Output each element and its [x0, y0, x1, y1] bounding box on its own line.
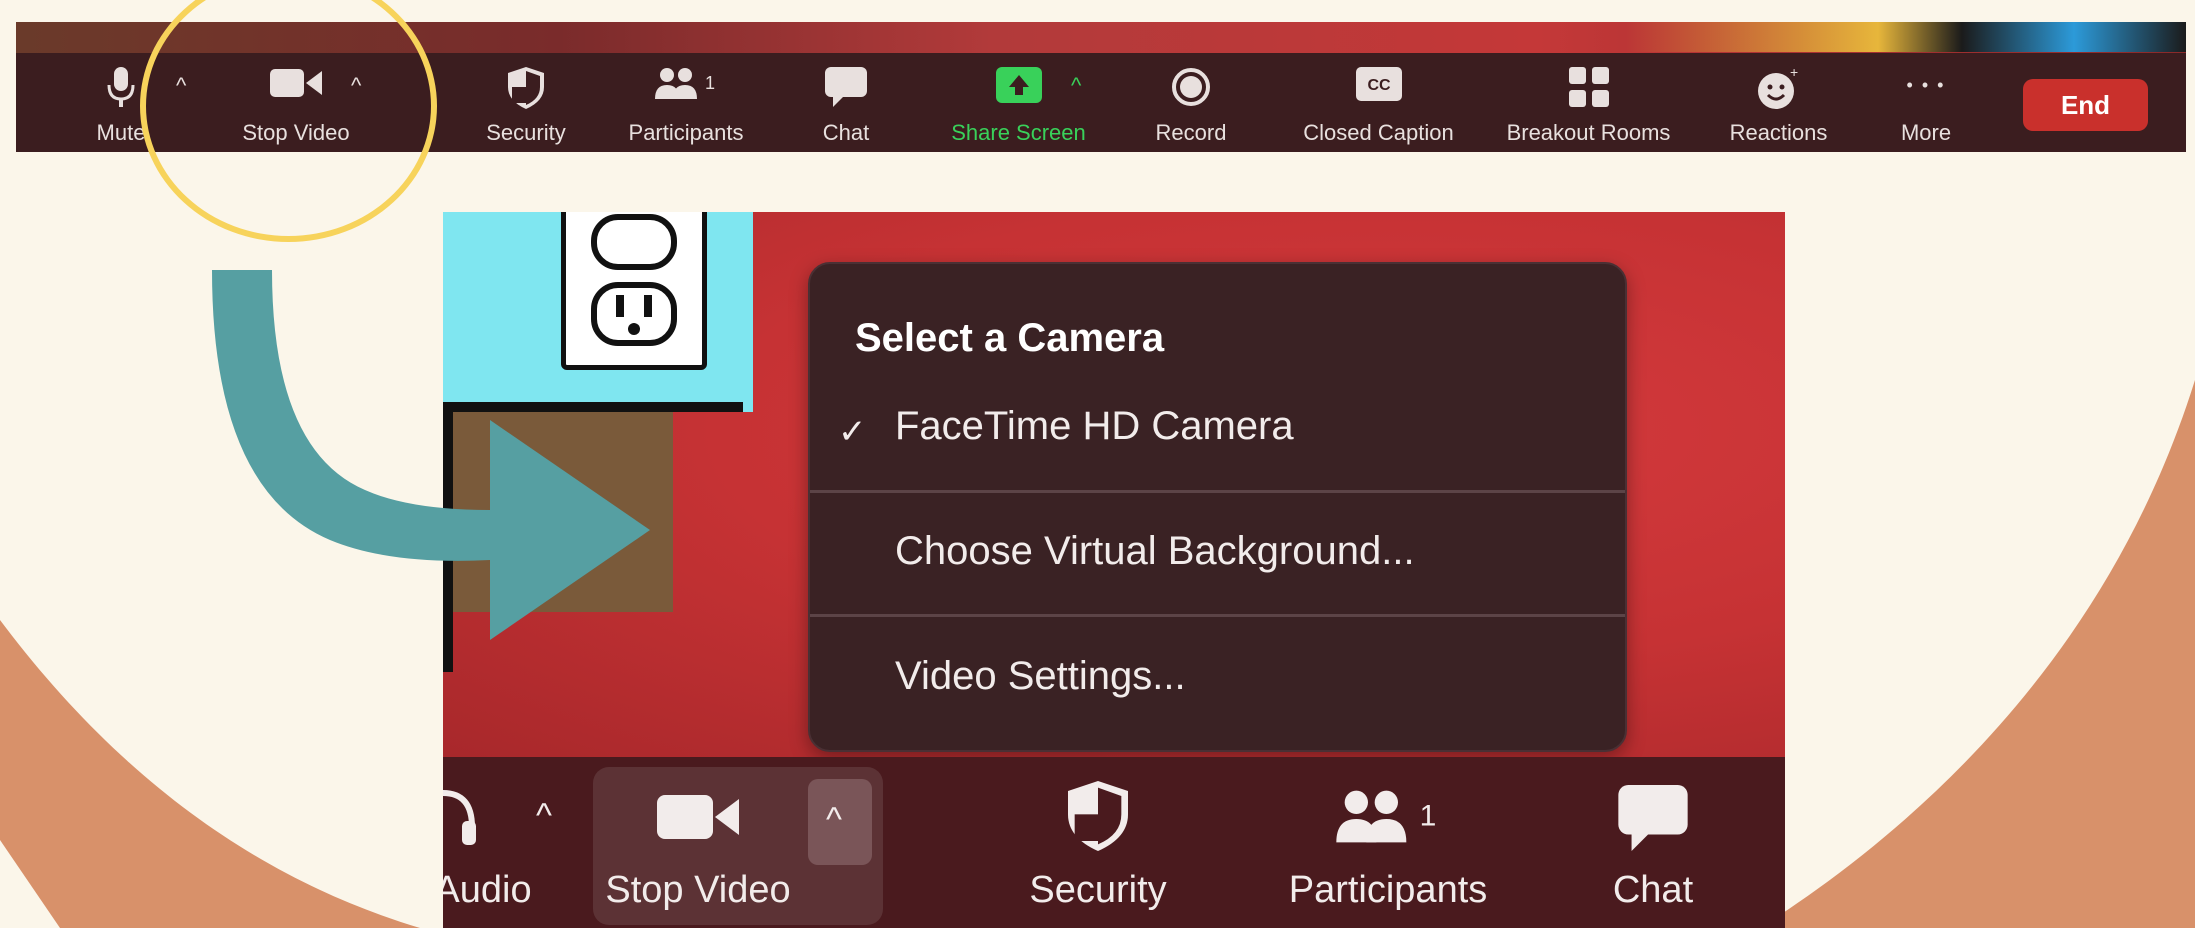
closed-caption-label: Closed Caption — [1303, 120, 1454, 145]
chat-bubble-icon — [1618, 785, 1688, 851]
participants-icon: 1 — [655, 68, 715, 99]
participants-icon: 1 — [1336, 790, 1437, 843]
mute-label: Mute — [96, 120, 146, 145]
participants-label: Participants — [1288, 869, 1488, 911]
participants-label: Participants — [628, 120, 744, 145]
menu-heading: Select a Camera — [855, 316, 1165, 360]
security-label: Security — [1029, 869, 1167, 911]
curved-arrow-icon — [212, 270, 650, 640]
closed-caption-icon: CC — [1355, 67, 1402, 101]
breakout-rooms-label: Breakout Rooms — [1506, 120, 1671, 145]
headphones-icon — [443, 789, 476, 845]
reactions-button[interactable]: + Reactions — [1716, 53, 1841, 152]
stop-video-button[interactable]: Stop Video — [593, 757, 803, 928]
chat-button[interactable]: Chat — [1593, 757, 1713, 928]
chat-button[interactable]: Chat — [806, 53, 886, 152]
microphone-icon — [107, 67, 135, 107]
security-button[interactable]: Security — [471, 53, 581, 152]
security-label: Security — [486, 120, 566, 145]
more-button[interactable]: • • • More — [1876, 53, 1976, 152]
stop-video-label: Stop Video — [605, 869, 791, 911]
share-screen-label: Share Screen — [951, 120, 1086, 145]
audio-button[interactable]: Audio — [443, 757, 553, 928]
reactions-label: Reactions — [1729, 120, 1828, 145]
end-meeting-button[interactable]: End — [2023, 79, 2148, 131]
chat-label: Chat — [1612, 869, 1694, 911]
participants-count: 1 — [705, 73, 715, 93]
more-dots-icon: • • • — [1906, 75, 1946, 95]
reactions-icon: + — [1757, 67, 1798, 109]
checkmark-icon: ✓ — [838, 413, 867, 451]
share-options-caret[interactable]: ^ — [1071, 73, 1081, 99]
chat-bubble-icon — [825, 67, 867, 107]
shield-icon — [1068, 781, 1128, 851]
participants-button[interactable]: 1 Participants — [1273, 757, 1503, 928]
video-camera-icon — [657, 795, 739, 839]
svg-text:+: + — [1790, 67, 1798, 80]
menu-divider — [810, 490, 1625, 493]
chat-label: Chat — [822, 120, 870, 145]
closed-caption-button[interactable]: CC Closed Caption — [1286, 53, 1471, 152]
breakout-rooms-icon — [1568, 67, 1609, 107]
select-camera-menu: Select a Camera ✓ FaceTime HD Camera Cho… — [808, 262, 1627, 752]
bottom-toolbar: Audio ^ Stop Video ^ Security 1 Particip… — [443, 757, 1785, 928]
menu-item-virtual-background[interactable]: Choose Virtual Background... — [895, 529, 1415, 574]
security-button[interactable]: Security — [1013, 757, 1183, 928]
record-label: Record — [1155, 120, 1227, 145]
menu-item-video-settings[interactable]: Video Settings... — [895, 654, 1186, 699]
share-screen-icon — [995, 67, 1042, 103]
video-options-caret-button[interactable]: ^ — [808, 779, 872, 865]
more-label: More — [1900, 120, 1952, 145]
menu-item-facetime-camera[interactable]: FaceTime HD Camera — [895, 404, 1294, 449]
breakout-rooms-button[interactable]: Breakout Rooms — [1491, 53, 1686, 152]
participants-count: 1 — [1420, 800, 1437, 833]
menu-divider — [810, 614, 1625, 617]
audio-label: Audio — [443, 869, 532, 911]
participants-button[interactable]: 1 Participants — [616, 53, 756, 152]
record-icon — [1172, 68, 1210, 106]
audio-options-caret[interactable]: ^ — [536, 797, 552, 836]
share-screen-button[interactable]: Share Screen — [941, 53, 1096, 152]
closed-caption-badge: CC — [1367, 77, 1391, 94]
shield-icon — [508, 67, 544, 109]
record-button[interactable]: Record — [1141, 53, 1241, 152]
